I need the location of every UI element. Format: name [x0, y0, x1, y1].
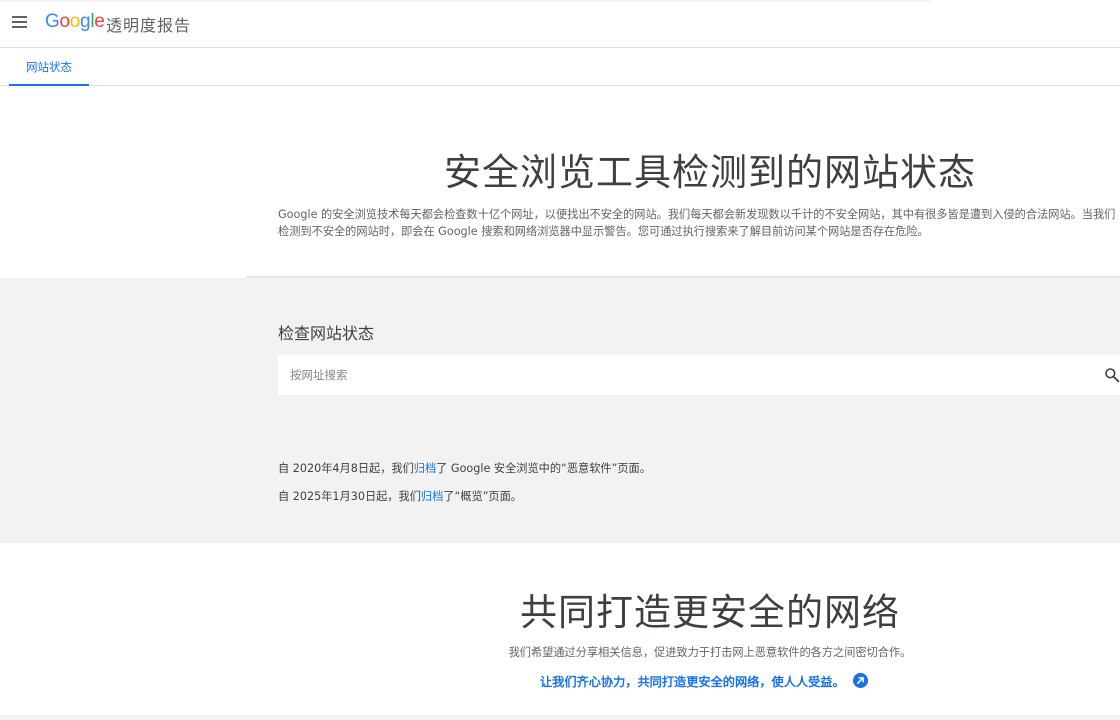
archive-notice-malware: 自 2020年4月8日起，我们归档了 Google 安全浏览中的“恶意软件”页面…: [278, 460, 651, 476]
notice-suffix: 了“概览”页面。: [443, 490, 522, 503]
logo-letter: g: [80, 11, 91, 32]
notice-suffix: 了 Google 安全浏览中的“恶意软件”页面。: [436, 462, 651, 475]
status-check-heading: 检查网站状态: [278, 324, 375, 343]
logo-letter: o: [69, 11, 81, 32]
google-logo[interactable]: Google: [45, 11, 105, 33]
url-search-input[interactable]: [278, 355, 1078, 395]
collaboration-title: 共同打造更安全的网络: [520, 591, 900, 634]
hero-description: Google 的安全浏览技术每天都会检查数十亿个网址，以便找出不安全的网站。我们…: [278, 208, 1116, 238]
search-box: [278, 355, 1120, 395]
notice-prefix: 自 2020年4月8日起，我们: [278, 462, 414, 475]
page-title: 安全浏览工具检测到的网站状态: [444, 151, 976, 194]
status-check-section: [0, 278, 1120, 543]
search-icon[interactable]: [1104, 367, 1120, 383]
tab-bar: 网站状态: [0, 49, 1120, 86]
notice-prefix: 自 2025年1月30日起，我们: [278, 490, 421, 503]
archive-link[interactable]: 归档: [414, 462, 436, 475]
product-name[interactable]: 透明度报告: [106, 12, 191, 36]
archive-link[interactable]: 归档: [421, 490, 443, 503]
collaboration-link[interactable]: 让我们齐心协力，共同打造更安全的网络，使人人受益。: [540, 672, 845, 690]
arrow-up-right-circle-icon[interactable]: [853, 673, 868, 688]
footer-edge: [0, 715, 1120, 720]
logo-letter: e: [94, 11, 105, 32]
collaboration-description: 我们希望通过分享相关信息，促进致力于打击网上恶意软件的各方之间密切合作。: [508, 646, 912, 659]
tab-site-status[interactable]: 网站状态: [9, 49, 89, 86]
archive-notice-overview: 自 2025年1月30日起，我们归档了“概览”页面。: [278, 488, 522, 504]
logo-letter: o: [59, 11, 70, 32]
app-header: Google 透明度报告: [0, 0, 1120, 48]
hamburger-menu-icon[interactable]: [12, 16, 27, 29]
header-top-line: [0, 0, 930, 2]
status-section-cap: [0, 278, 246, 280]
logo-letter: G: [45, 11, 60, 32]
